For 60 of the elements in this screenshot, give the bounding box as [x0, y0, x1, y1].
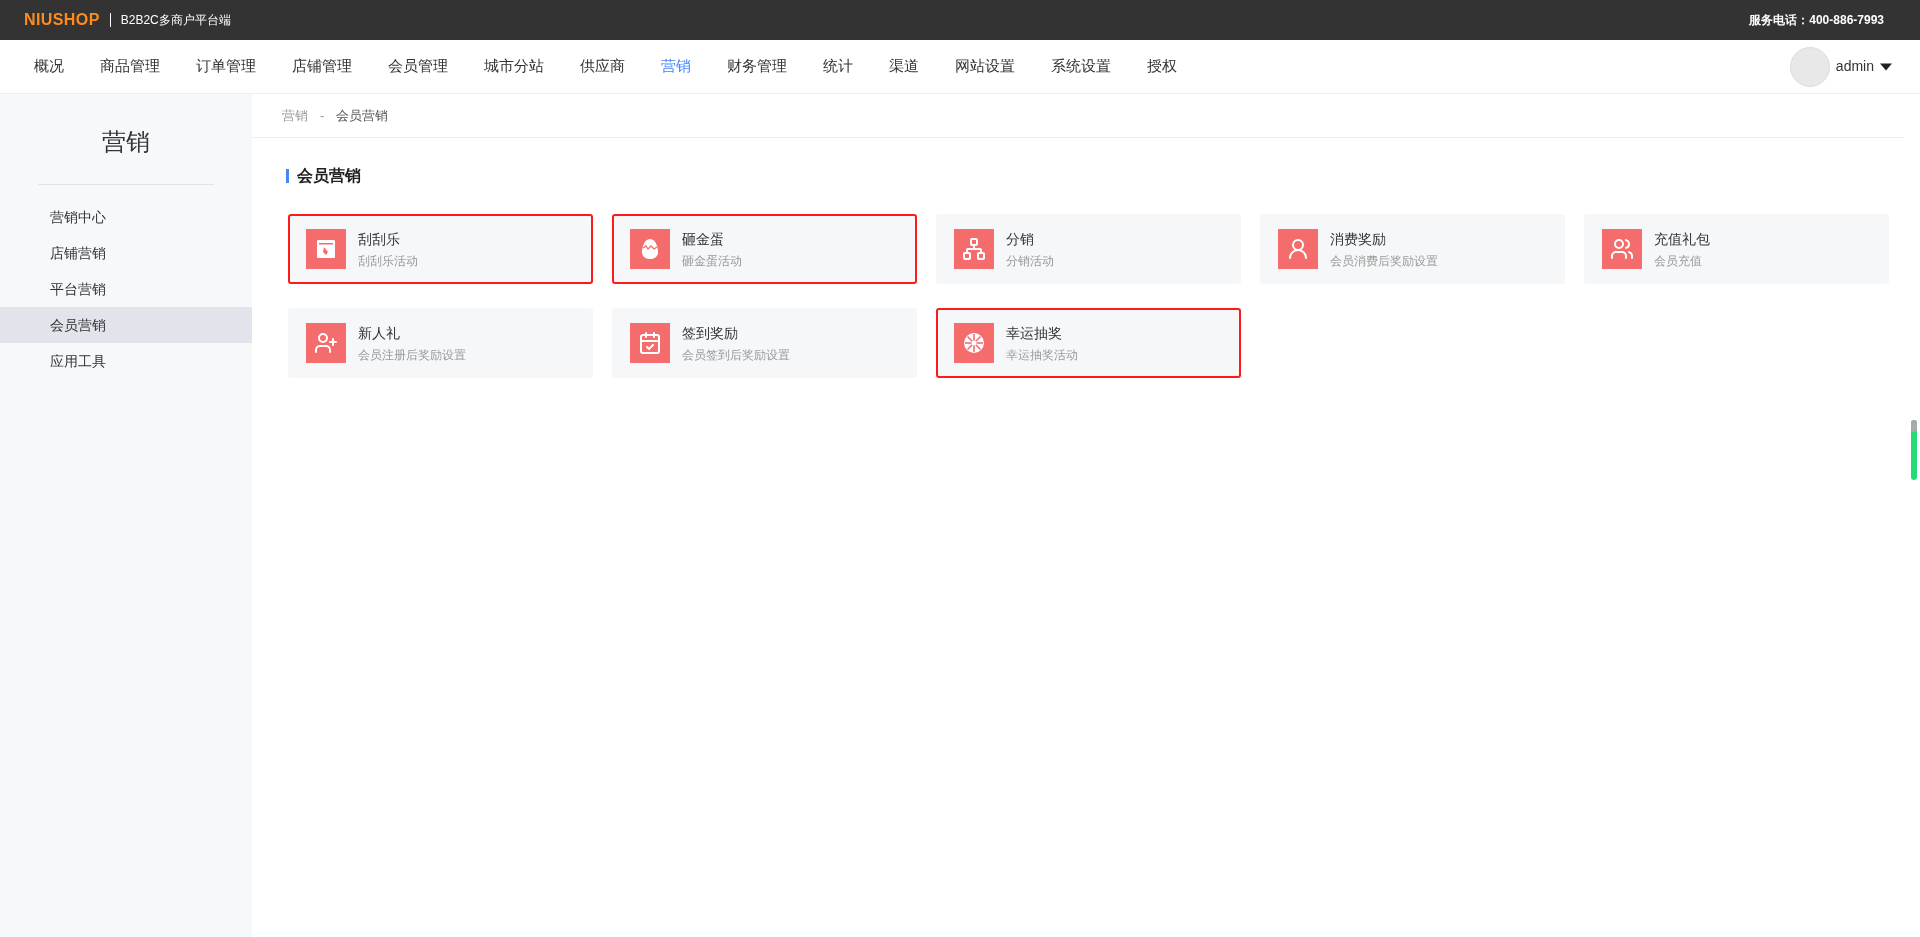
feature-card[interactable]: 充值礼包 会员充值 [1584, 214, 1889, 284]
feature-card[interactable]: 分销 分销活动 [936, 214, 1241, 284]
calendar-check-icon [638, 331, 662, 355]
users-icon [1610, 237, 1634, 261]
card-description: 会员充值 [1654, 252, 1703, 270]
feature-card[interactable]: 砸金蛋 砸金蛋活动 [612, 214, 917, 284]
platform-subtitle: B2B2C多商户平台端 [120, 12, 231, 29]
card-title: 分销 [1006, 229, 1035, 249]
card-title: 新人礼 [358, 323, 401, 343]
sidebar-title: 营销 [102, 127, 150, 157]
nav-tab[interactable]: 概况 [16, 55, 82, 78]
card-title: 消费奖励 [1330, 229, 1387, 249]
hierarchy-icon [962, 237, 986, 261]
card-description: 分销活动 [1006, 252, 1054, 270]
section-title: 会员营销 [297, 166, 361, 186]
nav-tab[interactable]: 商品管理 [82, 55, 178, 78]
card-description: 刮刮乐活动 [358, 252, 418, 270]
nav-tab[interactable]: 店铺管理 [274, 55, 370, 78]
breadcrumb-current[interactable]: 会员营销 [336, 105, 389, 126]
user-icon [1286, 237, 1310, 261]
card-description: 砸金蛋活动 [682, 252, 742, 270]
feature-card[interactable]: 签到奖励 会员签到后奖励设置 [612, 308, 917, 378]
nav-tab[interactable]: 供应商 [562, 55, 643, 78]
card-title: 签到奖励 [682, 323, 739, 343]
sidebar-item[interactable]: 店铺营销 [0, 235, 252, 271]
feature-card[interactable]: 消费奖励 会员消费后奖励设置 [1260, 214, 1565, 284]
nav-tab[interactable]: 授权 [1129, 55, 1195, 78]
scratch-card-icon [314, 237, 338, 261]
nav-tab[interactable]: 订单管理 [178, 55, 274, 78]
card-description: 幸运抽奖活动 [1006, 346, 1078, 364]
feature-card[interactable]: 刮刮乐 刮刮乐活动 [288, 214, 593, 284]
nav-tab[interactable]: 渠道 [871, 55, 937, 78]
sidebar-item[interactable]: 营销中心 [0, 199, 252, 235]
card-title: 幸运抽奖 [1006, 323, 1063, 343]
card-description: 会员签到后奖励设置 [682, 346, 790, 364]
scroll-indicator-drawing [1911, 420, 1917, 480]
sidebar-item[interactable]: 会员营销 [0, 307, 252, 343]
card-description: 会员注册后奖励设置 [358, 346, 466, 364]
sidebar-item[interactable]: 应用工具 [0, 343, 252, 379]
card-title: 充值礼包 [1654, 229, 1710, 249]
nav-tab[interactable]: 网站设置 [937, 55, 1033, 78]
card-title: 刮刮乐 [358, 229, 401, 249]
nav-tab[interactable]: 城市分站 [466, 55, 562, 78]
wheel-icon [962, 331, 986, 355]
user-plus-icon [314, 331, 338, 355]
nav-tab[interactable]: 统计 [805, 55, 871, 78]
username[interactable]: admin [1835, 56, 1874, 77]
feature-card[interactable]: 幸运抽奖 幸运抽奖活动 [936, 308, 1241, 378]
nav-tab[interactable]: 系统设置 [1033, 55, 1129, 78]
nav-tab[interactable]: 财务管理 [709, 55, 805, 78]
card-title: 砸金蛋 [682, 229, 725, 249]
logo: NIUSHOP [24, 10, 100, 30]
feature-card[interactable]: 新人礼 会员注册后奖励设置 [288, 308, 593, 378]
caret-icon [1880, 62, 1892, 71]
breadcrumb-separator: - [320, 106, 325, 125]
nav-tab[interactable]: 会员管理 [370, 55, 466, 78]
card-description: 会员消费后奖励设置 [1330, 252, 1438, 270]
service-phone: 服务电话：400-886-7993 [1749, 12, 1884, 29]
sidebar-item[interactable]: 平台营销 [0, 271, 252, 307]
nav-tab[interactable]: 营销 [643, 55, 709, 78]
